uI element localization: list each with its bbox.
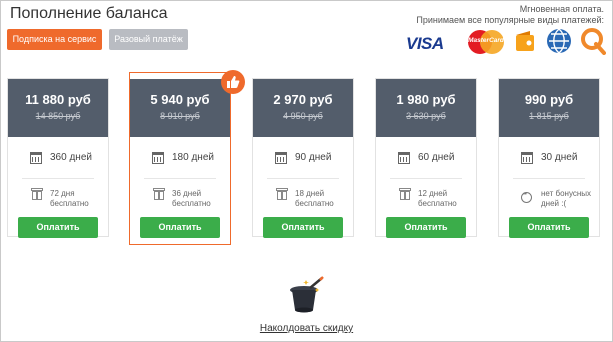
bonus-line2: бесплатно xyxy=(418,199,457,208)
pay-button[interactable]: Оплатить xyxy=(140,217,220,238)
mastercard-logo: MasterCard xyxy=(466,27,506,57)
tariff-days: 180 дней xyxy=(172,152,214,163)
divider xyxy=(144,178,216,179)
tariff-days: 90 дней xyxy=(295,152,332,163)
balance-panel: Пополнение баланса Подписка на сервис Ра… xyxy=(0,0,613,342)
tariff-duration: 60 дней xyxy=(376,152,476,170)
tariff-price: 5 940 руб xyxy=(150,92,210,107)
pay-button[interactable]: Оплатить xyxy=(509,217,589,238)
tariff-old-price: 8 910 руб xyxy=(160,111,200,121)
tariff-days: 360 дней xyxy=(50,152,92,163)
tariff-old-price: 14 850 руб xyxy=(35,111,81,121)
calendar-icon xyxy=(152,152,164,164)
calendar-icon xyxy=(398,152,410,164)
tariff-old-price: 1 815 руб xyxy=(529,111,569,121)
tariff-card-recommended: 5 940 руб 8 910 руб 180 дней 36 дней бес… xyxy=(129,72,231,245)
tariff-days: 60 дней xyxy=(418,152,455,163)
pay-button[interactable]: Оплатить xyxy=(386,217,466,238)
bonus-line2: бесплатно xyxy=(50,199,89,208)
tariff-card: 11 880 руб 14 850 руб 360 дней 72 дня бе… xyxy=(7,78,109,238)
calendar-icon xyxy=(30,152,42,164)
divider xyxy=(390,178,462,179)
tariff-card-header: 1 980 руб 3 630 руб xyxy=(376,79,476,137)
tariff-duration: 180 дней xyxy=(130,152,230,170)
tariff-old-price: 3 630 руб xyxy=(406,111,446,121)
gift-icon xyxy=(399,188,411,200)
tariff-card-header: 11 880 руб 14 850 руб xyxy=(8,79,108,137)
gift-icon xyxy=(31,188,43,200)
tariff-card: 2 970 руб 4 950 руб 90 дней 18 дней бесп… xyxy=(252,78,354,238)
tariff-price: 1 980 руб xyxy=(396,92,456,107)
tariff-price: 990 руб xyxy=(524,92,574,107)
tariff-days: 30 дней xyxy=(541,152,578,163)
pay-button[interactable]: Оплатить xyxy=(18,217,98,238)
tariff-duration: 30 дней xyxy=(499,152,599,170)
yandex-money-logo xyxy=(514,29,536,58)
bonus-line1: нет бонусных xyxy=(541,189,592,198)
tariff-duration: 360 дней xyxy=(8,152,108,170)
payment-info: Мгновенная оплата. Принимаем все популяр… xyxy=(384,4,604,26)
divider xyxy=(22,178,94,179)
bonus-line1: 12 дней xyxy=(418,189,448,198)
tariff-bonus: 72 дня бесплатно xyxy=(8,188,108,215)
tariff-bonus: 12 дней бесплатно xyxy=(376,188,476,215)
tariff-card: 990 руб 1 815 руб 30 дней нет бонусных д… xyxy=(498,78,600,238)
qiwi-logo xyxy=(580,27,606,60)
tariff-card-header: 5 940 руб 8 910 руб xyxy=(130,79,230,137)
bonus-line1: 18 дней xyxy=(295,189,325,198)
gift-icon xyxy=(276,188,288,200)
tariff-card-header: 2 970 руб 4 950 руб xyxy=(253,79,353,137)
calendar-icon xyxy=(521,152,533,164)
divider xyxy=(513,178,585,179)
visa-logo: VISA xyxy=(406,34,444,53)
sad-face-icon xyxy=(521,190,532,203)
get-discount-link[interactable]: Наколдовать скидку xyxy=(1,323,612,334)
tariff-card-header: 990 руб 1 815 руб xyxy=(499,79,599,137)
tariff-duration: 90 дней xyxy=(253,152,353,170)
payment-info-line2: Принимаем все популярные виды платежей: xyxy=(416,15,604,25)
tariff-old-price: 4 950 руб xyxy=(283,111,323,121)
bonus-line2: дней :( xyxy=(541,199,567,208)
webmoney-logo xyxy=(546,28,572,59)
tab-subscription[interactable]: Подписка на сервис xyxy=(7,29,102,50)
tariff-bonus: нет бонусных дней :( xyxy=(499,189,599,215)
gift-icon xyxy=(153,188,165,200)
tariff-price: 11 880 руб xyxy=(25,92,91,107)
bonus-line1: 36 дней xyxy=(172,189,202,198)
tariff-bonus: 18 дней бесплатно xyxy=(253,188,353,215)
tariff-card: 1 980 руб 3 630 руб 60 дней 12 дней бесп… xyxy=(375,78,477,238)
mastercard-label: MasterCard xyxy=(468,37,504,44)
page-title: Пополнение баланса xyxy=(10,5,168,22)
divider xyxy=(267,178,339,179)
bonus-line2: бесплатно xyxy=(295,199,334,208)
tab-one-time-payment[interactable]: Разовый платёж xyxy=(109,29,188,50)
calendar-icon xyxy=(275,152,287,164)
bonus-line1: 72 дня xyxy=(50,189,75,198)
payment-info-line1: Мгновенная оплата. xyxy=(519,4,604,14)
thumbs-up-icon xyxy=(221,70,245,94)
pay-button[interactable]: Оплатить xyxy=(263,217,343,238)
magic-hat-icon[interactable] xyxy=(284,276,329,321)
tariff-price: 2 970 руб xyxy=(273,92,333,107)
bonus-line2: бесплатно xyxy=(172,199,211,208)
tariff-bonus: 36 дней бесплатно xyxy=(130,188,230,215)
